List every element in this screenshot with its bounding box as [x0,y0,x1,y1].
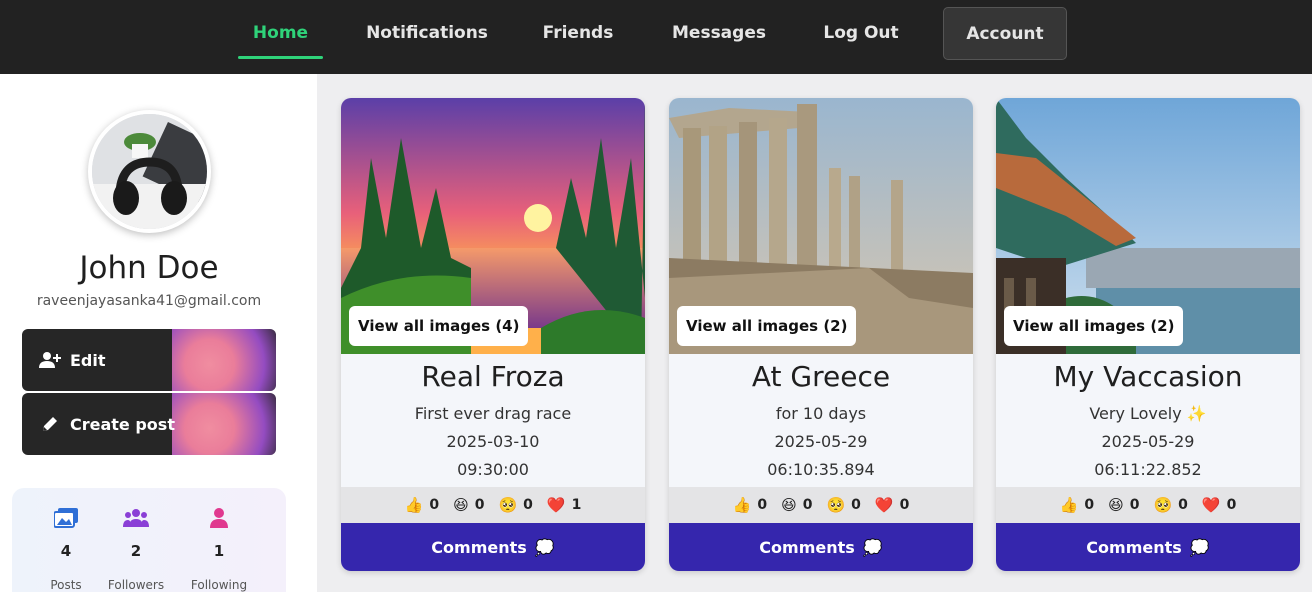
reaction-love[interactable]: ❤️ 0 [1202,496,1236,514]
post-title: Real Froza [421,360,565,393]
reaction-count: 0 [1129,497,1140,513]
thumbs-up-icon: 👍 [1059,496,1079,514]
profile-stats-card: 4 Posts 2 Followers 1 Following [12,488,286,592]
reaction-count: 0 [429,497,440,513]
reaction-count: 0 [1178,497,1188,513]
comments-button[interactable]: Comments 💭 [669,523,973,571]
reaction-laugh[interactable]: 😆 0 [1108,496,1139,514]
stat-value: 4 [60,542,72,560]
reaction-love[interactable]: ❤️ 0 [875,496,909,514]
reaction-like[interactable]: 👍 0 [733,496,767,514]
top-navigation-bar: Home Notifications Friends Messages Log … [0,0,1312,74]
pleading-face-icon: 🥺 [826,496,846,514]
heart-icon: ❤️ [1201,496,1221,514]
edit-profile-button[interactable]: Edit [22,329,276,391]
pencil-icon [38,412,62,436]
avatar-image [92,114,207,229]
comments-label: Comments [759,537,855,557]
pleading-face-icon: 🥺 [498,496,518,514]
reaction-like[interactable]: 👍 0 [1060,496,1094,514]
profile-sidebar: John Doe raveenjayasanka41@gmail.com Edi… [0,74,317,592]
stat-followers[interactable]: 2 Followers [96,508,176,592]
post-title: My Vaccasion [1053,360,1243,393]
post-time: 09:30:00 [457,460,529,479]
thought-bubble-icon: 💭 [1189,537,1210,557]
post-date: 2025-05-29 [774,432,868,451]
comments-button[interactable]: Comments 💭 [341,523,645,571]
reaction-laugh[interactable]: 😆 0 [453,496,484,514]
laughing-face-icon: 😆 [1108,496,1124,514]
images-icon [53,508,78,528]
post-description: for 10 days [775,404,867,423]
stat-label: Followers [107,578,165,592]
reaction-like[interactable]: 👍 0 [405,496,439,514]
view-all-images-button[interactable]: View all images (2) [677,306,857,346]
account-button[interactable]: Account [943,7,1067,60]
stat-posts[interactable]: 4 Posts [26,508,106,592]
reaction-sad[interactable]: 🥺 0 [498,496,532,514]
reactions-bar: 👍 0 😆 0 🥺 0 ❤️ 1 [341,487,645,523]
thought-bubble-icon: 💭 [862,537,883,557]
nav-active-underline [238,56,323,59]
reaction-count: 1 [571,497,582,513]
pleading-face-icon: 🥺 [1153,496,1173,514]
view-all-images-button[interactable]: View all images (2) [1004,306,1184,346]
post-time: 06:11:22.852 [1094,460,1202,479]
user-icon [210,508,228,528]
stat-value: 2 [130,542,142,560]
thought-bubble-icon: 💭 [534,537,555,557]
button-gradient-decoration [172,329,276,391]
profile-name: John Doe [79,250,219,286]
post-card: View all images (2) My Vaccasion Very Lo… [996,98,1300,571]
reaction-count: 0 [851,497,861,513]
stat-label: Posts [50,578,82,592]
reaction-count: 0 [899,497,910,513]
reaction-love[interactable]: ❤️ 1 [547,496,581,514]
stat-value: 1 [213,542,225,560]
create-post-label: Create post [70,414,175,434]
edit-label: Edit [70,350,106,370]
comments-button[interactable]: Comments 💭 [996,523,1300,571]
reaction-count: 0 [802,497,813,513]
post-card: View all images (2) At Greece for 10 day… [669,98,973,571]
view-all-images-button[interactable]: View all images (4) [349,306,529,346]
post-description: Very Lovely ✨ [1089,404,1207,423]
post-date: 2025-05-29 [1101,432,1195,451]
post-date: 2025-03-10 [446,432,540,451]
reaction-count: 0 [757,497,768,513]
comments-label: Comments [1086,537,1182,557]
post-card: View all images (4) Real Froza First eve… [341,98,645,571]
thumbs-up-icon: 👍 [404,496,424,514]
nav-messages[interactable]: Messages [660,0,778,66]
reaction-sad[interactable]: 🥺 0 [826,496,860,514]
laughing-face-icon: 😆 [781,496,797,514]
nav-notifications[interactable]: Notifications [356,0,498,66]
avatar[interactable] [88,110,211,233]
profile-email: raveenjayasanka41@gmail.com [36,293,262,309]
reactions-bar: 👍 0 😆 0 🥺 0 ❤️ 0 [669,487,973,523]
create-post-button[interactable]: Create post [22,393,276,455]
heart-icon: ❤️ [874,496,894,514]
post-time: 06:10:35.894 [767,460,875,479]
reaction-sad[interactable]: 🥺 0 [1153,496,1187,514]
users-group-icon [123,509,149,527]
post-title: At Greece [751,360,891,393]
reaction-count: 0 [1084,497,1095,513]
post-description: First ever drag race [414,404,572,423]
comments-label: Comments [431,537,527,557]
stat-label: Following [190,578,248,592]
user-plus-icon [38,348,62,372]
nav-logout[interactable]: Log Out [814,0,908,66]
reactions-bar: 👍 0 😆 0 🥺 0 ❤️ 0 [996,487,1300,523]
reaction-count: 0 [474,497,485,513]
reaction-count: 0 [523,497,533,513]
heart-icon: ❤️ [546,496,566,514]
stat-following[interactable]: 1 Following [179,508,259,592]
laughing-face-icon: 😆 [453,496,469,514]
reaction-count: 0 [1226,497,1237,513]
nav-friends[interactable]: Friends [532,0,624,66]
reaction-laugh[interactable]: 😆 0 [781,496,812,514]
button-gradient-decoration [172,393,276,455]
thumbs-up-icon: 👍 [732,496,752,514]
